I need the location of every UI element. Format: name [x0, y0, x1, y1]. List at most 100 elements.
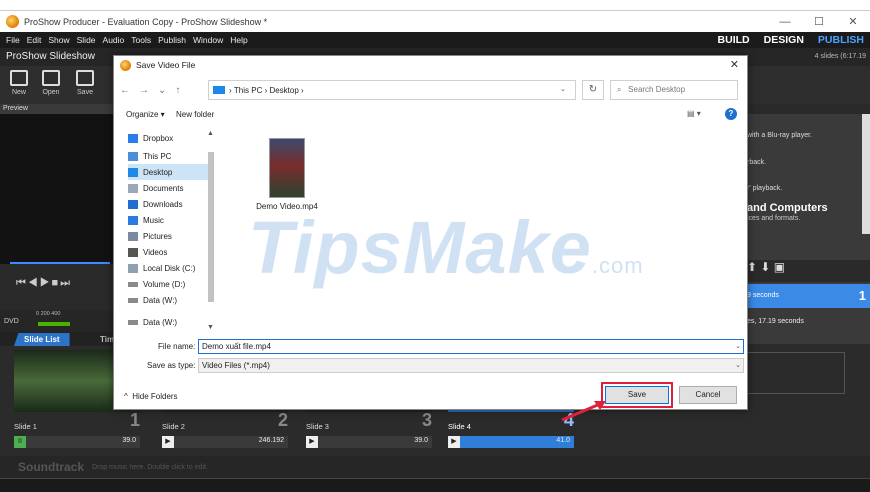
nav-item-desktop[interactable]: Desktop — [128, 164, 212, 180]
recent-chevron-icon[interactable]: ⌄ — [158, 85, 166, 96]
nav-item-downloads[interactable]: Downloads — [128, 196, 212, 212]
watermark: TipsMake.com — [248, 206, 644, 289]
slide-label: Slide 2 — [162, 422, 185, 431]
new-folder-button[interactable]: New folder — [176, 110, 214, 119]
pictures-icon — [128, 231, 138, 241]
close-window-button[interactable]: ✕ — [836, 11, 870, 33]
save-type-label: Save as type: — [147, 361, 196, 370]
play-icon[interactable]: ▶ — [306, 436, 318, 448]
new-label: New — [11, 89, 26, 96]
disk-icon — [128, 263, 138, 273]
save-type-select[interactable]: Video Files (*.mp4) — [198, 358, 744, 373]
slide-label: Slide 4 — [448, 422, 471, 431]
slide-bar: ▶ 246.192 — [162, 436, 288, 448]
slide-duration: 246.192 — [258, 437, 284, 444]
empty-slide-slot[interactable] — [735, 352, 845, 394]
cancel-button[interactable]: Cancel — [679, 386, 737, 404]
nav-item-data-w[interactable]: Data (W:) — [128, 292, 212, 308]
navigation-pane: Dropbox This PC Desktop Documents Downlo… — [118, 126, 218, 332]
search-input[interactable]: ⌕ Search Desktop — [610, 80, 738, 100]
play-icon[interactable]: ▶ — [162, 436, 174, 448]
menu-show[interactable]: Show — [48, 35, 69, 45]
top-strip — [0, 0, 870, 10]
breadcrumb-desktop[interactable]: Desktop — [269, 86, 298, 95]
output-summary: es, 17.19 seconds — [747, 318, 804, 325]
nav-item-dropbox[interactable]: Dropbox — [128, 130, 212, 146]
up-arrow-icon[interactable]: ↑ — [175, 85, 180, 96]
tab-slide-list[interactable]: Slide List — [14, 333, 70, 346]
dvd-label: DVD — [4, 318, 19, 325]
dialog-close-icon[interactable]: ✕ — [730, 58, 739, 71]
proshow-app-icon — [120, 59, 131, 71]
forward-arrow-icon[interactable]: → — [139, 85, 149, 96]
menu-publish[interactable]: Publish — [158, 35, 186, 45]
refresh-icon[interactable]: ↻ — [582, 80, 604, 100]
open-button[interactable]: Open — [36, 70, 66, 96]
nav-item-local-disk[interactable]: Local Disk (C:) — [128, 260, 212, 276]
hide-folders-toggle[interactable]: ^ Hide Folders — [124, 392, 178, 401]
nav-item-data-w-2[interactable]: Data (W:) — [128, 314, 212, 330]
option-computers-title: and Computers — [747, 202, 828, 214]
soundtrack-hint: Drop music here. Double click to edit. — [92, 464, 208, 471]
organize-button[interactable]: Organize ▾ — [126, 110, 165, 119]
maximize-button[interactable]: ☐ — [802, 11, 836, 33]
nav-scrollbar[interactable]: ▲ ▼ — [207, 130, 215, 334]
proshow-app-icon — [6, 15, 19, 28]
minimize-button[interactable]: — — [768, 11, 802, 33]
panel-action-icons[interactable]: ⬆ ⬇ ▣ — [745, 260, 870, 282]
scroll-down-icon[interactable]: ▼ — [207, 324, 214, 331]
save-type-dropdown-icon[interactable]: ⌄ — [735, 361, 741, 369]
file-name-label: File name: — [158, 342, 196, 351]
new-show-icon — [10, 70, 28, 86]
computer-icon — [128, 151, 138, 161]
nav-item-this-pc[interactable]: This PC — [128, 148, 212, 164]
nav-item-videos[interactable]: Videos — [128, 244, 212, 260]
menu-audio[interactable]: Audio — [103, 35, 125, 45]
nav-item-pictures[interactable]: Pictures — [128, 228, 212, 244]
mode-publish[interactable]: PUBLISH — [818, 34, 864, 46]
file-item[interactable]: Demo Video.mp4 — [242, 138, 332, 211]
address-dropdown-icon[interactable]: ⌄ — [560, 85, 566, 93]
mode-switcher: BUILD DESIGN PUBLISH — [704, 32, 864, 48]
file-name-field[interactable]: Demo xuất file.mp4 — [198, 339, 744, 354]
open-label: Open — [42, 89, 60, 96]
file-name-dropdown-icon[interactable]: ⌄ — [735, 342, 741, 350]
scroll-thumb[interactable] — [208, 152, 214, 302]
save-type-row: Save as type: Video Files (*.mp4) ⌄ — [114, 358, 747, 374]
save-toolbar-button[interactable]: Save — [70, 70, 100, 96]
slide-number: 3 — [421, 410, 432, 430]
scroll-up-icon[interactable]: ▲ — [207, 130, 214, 137]
output-seconds: 9 seconds — [747, 292, 779, 299]
menu-tools[interactable]: Tools — [131, 35, 151, 45]
soundtrack-bar[interactable]: Soundtrack Drop music here. Double click… — [0, 456, 870, 478]
menu-slide[interactable]: Slide — [77, 35, 96, 45]
mode-build[interactable]: BUILD — [718, 34, 750, 46]
nav-item-volume-d[interactable]: Volume (D:) — [128, 276, 212, 292]
nav-item-music[interactable]: Music — [128, 212, 212, 228]
menu-file[interactable]: File — [6, 35, 20, 45]
save-icon — [76, 70, 94, 86]
title-bar: ProShow Producer - Evaluation Copy - Pro… — [0, 10, 870, 32]
selected-output-row[interactable]: 9 seconds 1 — [745, 284, 870, 308]
nav-item-documents[interactable]: Documents — [128, 180, 212, 196]
preview-area — [0, 114, 114, 264]
help-icon[interactable]: ? — [725, 108, 737, 120]
menu-window[interactable]: Window — [193, 35, 223, 45]
play-icon[interactable]: ▶ — [448, 436, 460, 448]
right-scrollbar[interactable] — [862, 114, 870, 234]
transport-controls[interactable]: ⏮◀▶■⏭ — [0, 270, 114, 296]
breadcrumb-this-pc[interactable]: This PC — [234, 86, 262, 95]
search-placeholder: Search Desktop — [628, 85, 686, 94]
view-options-icon[interactable]: ▤ ▾ — [687, 109, 701, 118]
new-button[interactable]: New — [4, 70, 34, 96]
desktop-icon — [128, 167, 138, 177]
slide-bar: ▶ 41.0 — [448, 436, 574, 448]
save-button[interactable]: Save — [605, 386, 669, 404]
menu-help[interactable]: Help — [230, 35, 247, 45]
pause-icon[interactable]: II — [14, 436, 26, 448]
mode-design[interactable]: DESIGN — [764, 34, 804, 46]
window-title: ProShow Producer - Evaluation Copy - Pro… — [24, 16, 268, 27]
menu-edit[interactable]: Edit — [27, 35, 42, 45]
back-arrow-icon[interactable]: ← — [120, 85, 130, 96]
address-bar[interactable]: › This PC › Desktop › — [208, 80, 576, 100]
